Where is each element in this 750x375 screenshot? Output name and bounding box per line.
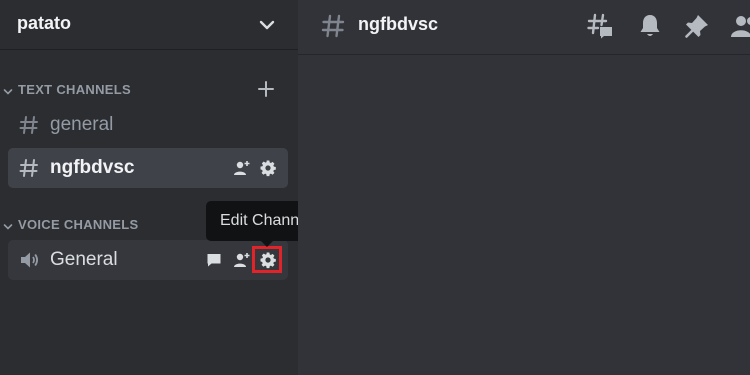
chat-icon[interactable]	[205, 251, 223, 269]
chevron-down-icon	[258, 16, 276, 34]
hashtag-icon	[18, 157, 40, 179]
category-label: VOICE CHANNELS	[18, 217, 139, 232]
chevron-down-icon	[3, 219, 13, 230]
channel-label: general	[50, 114, 114, 135]
member-list-icon[interactable]	[730, 12, 750, 40]
pin-icon[interactable]	[683, 12, 711, 40]
invite-user-icon[interactable]	[233, 251, 251, 269]
channel-title: ngfbdvsc	[358, 14, 439, 34]
channel-label: ngfbdvsc	[50, 157, 135, 178]
tooltip-arrow	[261, 241, 273, 247]
invite-user-icon[interactable]	[233, 159, 251, 177]
server-name: patato	[17, 13, 71, 33]
channel-item-general[interactable]: general	[8, 105, 288, 145]
channel-item-ngfbdvsc[interactable]: ngfbdvsc	[8, 148, 288, 188]
bell-icon[interactable]	[636, 12, 664, 40]
threads-icon[interactable]	[586, 12, 614, 40]
hashtag-icon	[18, 114, 40, 136]
channel-sidebar: patato TEXT CHANNELS general ngfbdvsc VO…	[0, 0, 298, 375]
category-label: TEXT CHANNELS	[18, 82, 131, 97]
voice-channel-item-general[interactable]: General	[8, 240, 288, 280]
chevron-down-icon	[3, 84, 13, 95]
gear-icon[interactable]	[259, 159, 277, 177]
channel-header: ngfbdvsc	[298, 0, 750, 55]
create-channel-icon[interactable]	[257, 80, 275, 98]
speaker-icon	[18, 249, 40, 271]
hashtag-icon	[320, 13, 346, 39]
server-header[interactable]: patato	[0, 0, 298, 50]
message-area	[298, 56, 750, 375]
channel-label: General	[50, 249, 118, 270]
category-text-channels[interactable]: TEXT CHANNELS	[0, 80, 298, 100]
gear-icon[interactable]	[259, 251, 277, 269]
